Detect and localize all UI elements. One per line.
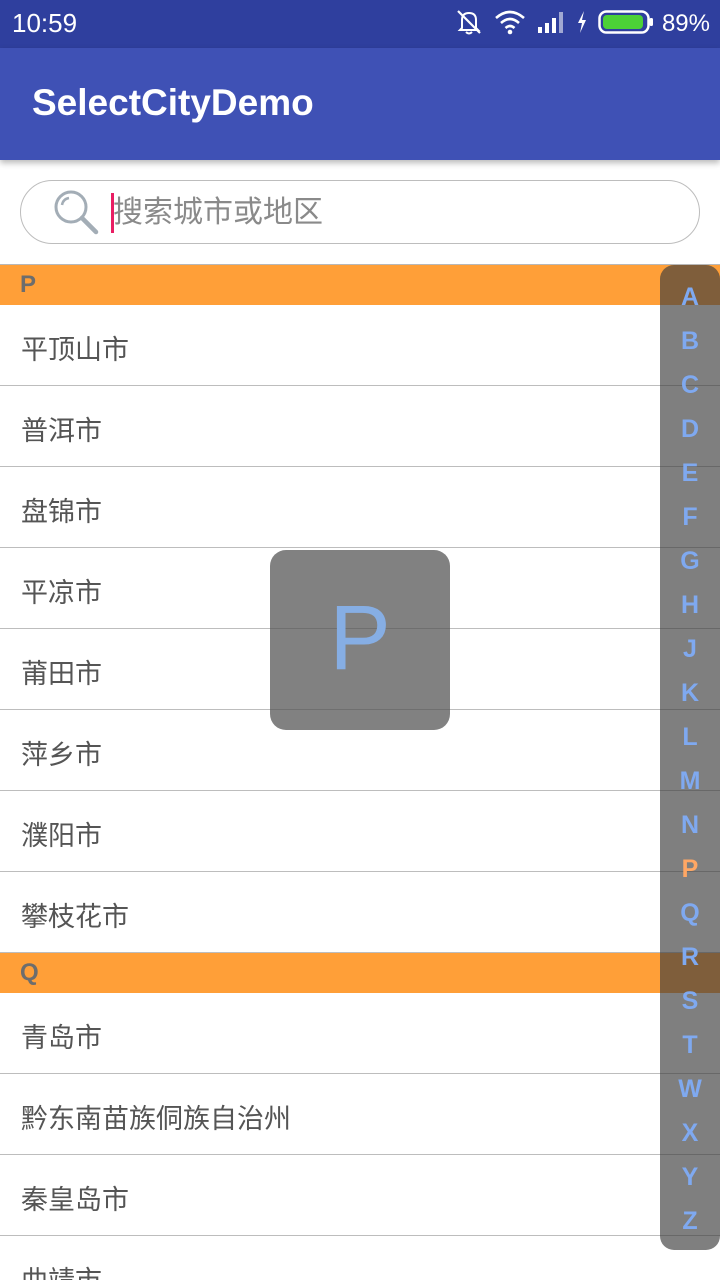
city-list[interactable]: P 平顶山市 普洱市 盘锦市 平凉市 莆田市 萍乡市 濮阳市 攀枝花市 Q 青岛… [0, 265, 720, 1280]
city-name: 青岛市 [21, 1023, 102, 1054]
section-header-p: P [0, 265, 720, 305]
search-input[interactable] [113, 189, 673, 235]
index-letter-j[interactable]: J [660, 635, 720, 664]
app-title: SelectCityDemo [32, 82, 314, 123]
city-row[interactable]: 秦皇岛市 [0, 1155, 720, 1236]
index-letter-f[interactable]: F [660, 503, 720, 532]
city-name: 曲靖市 [21, 1259, 102, 1280]
mute-icon [454, 8, 484, 40]
status-bar: 10:59 89% [0, 0, 720, 48]
index-letter-z[interactable]: Z [660, 1207, 720, 1236]
city-name: 平顶山市 [21, 335, 129, 366]
index-letter-m[interactable]: M [660, 767, 720, 796]
city-row[interactable]: 曲靖市 [0, 1236, 720, 1280]
city-name: 平凉市 [21, 578, 102, 609]
charging-icon [576, 10, 588, 38]
index-letter-p[interactable]: P [660, 855, 720, 884]
city-row[interactable]: 盘锦市 [0, 467, 720, 548]
city-name: 攀枝花市 [21, 902, 129, 933]
search-box[interactable] [20, 180, 700, 244]
wifi-icon [494, 9, 526, 39]
letter-overlay: P [270, 550, 450, 730]
city-row[interactable]: 攀枝花市 [0, 872, 720, 953]
index-letter-d[interactable]: D [660, 415, 720, 444]
city-name: 萍乡市 [21, 740, 102, 771]
index-letter-n[interactable]: N [660, 811, 720, 840]
city-row[interactable]: 濮阳市 [0, 791, 720, 872]
battery-percent: 89% [661, 10, 710, 37]
app-bar: SelectCityDemo [0, 48, 720, 160]
battery-icon [598, 9, 654, 39]
section-header-q: Q [0, 953, 720, 993]
status-time: 10:59 [12, 8, 78, 38]
index-letter-c[interactable]: C [660, 371, 720, 400]
index-letter-t[interactable]: T [660, 1031, 720, 1060]
city-name: 濮阳市 [21, 821, 102, 852]
signal-icon [536, 10, 566, 38]
alphabet-index[interactable]: ABCDEFGHJKLMNPQRSTWXYZ [660, 265, 720, 1250]
index-letter-r[interactable]: R [660, 943, 720, 972]
index-letter-x[interactable]: X [660, 1119, 720, 1148]
index-letter-a[interactable]: A [660, 283, 720, 312]
index-letter-w[interactable]: W [660, 1075, 720, 1104]
city-row[interactable]: 青岛市 [0, 993, 720, 1074]
index-letter-g[interactable]: G [660, 547, 720, 576]
city-row[interactable]: 黔东南苗族侗族自治州 [0, 1074, 720, 1155]
index-letter-l[interactable]: L [660, 723, 720, 752]
city-row[interactable]: 普洱市 [0, 386, 720, 467]
index-letter-s[interactable]: S [660, 987, 720, 1016]
section-letter: P [20, 271, 37, 298]
search-icon [51, 187, 101, 237]
status-icons: 89% [444, 8, 710, 40]
city-name: 黔东南苗族侗族自治州 [21, 1104, 291, 1135]
index-letter-h[interactable]: H [660, 591, 720, 620]
index-letter-q[interactable]: Q [660, 899, 720, 928]
overlay-letter: P [329, 587, 391, 689]
index-letter-k[interactable]: K [660, 679, 720, 708]
index-letter-b[interactable]: B [660, 327, 720, 356]
city-name: 盘锦市 [21, 497, 102, 528]
index-letter-y[interactable]: Y [660, 1163, 720, 1192]
city-name: 莆田市 [21, 659, 102, 690]
city-name: 普洱市 [21, 416, 102, 447]
city-row[interactable]: 平顶山市 [0, 305, 720, 386]
index-letter-e[interactable]: E [660, 459, 720, 488]
city-name: 秦皇岛市 [21, 1185, 129, 1216]
section-letter: Q [20, 959, 39, 986]
